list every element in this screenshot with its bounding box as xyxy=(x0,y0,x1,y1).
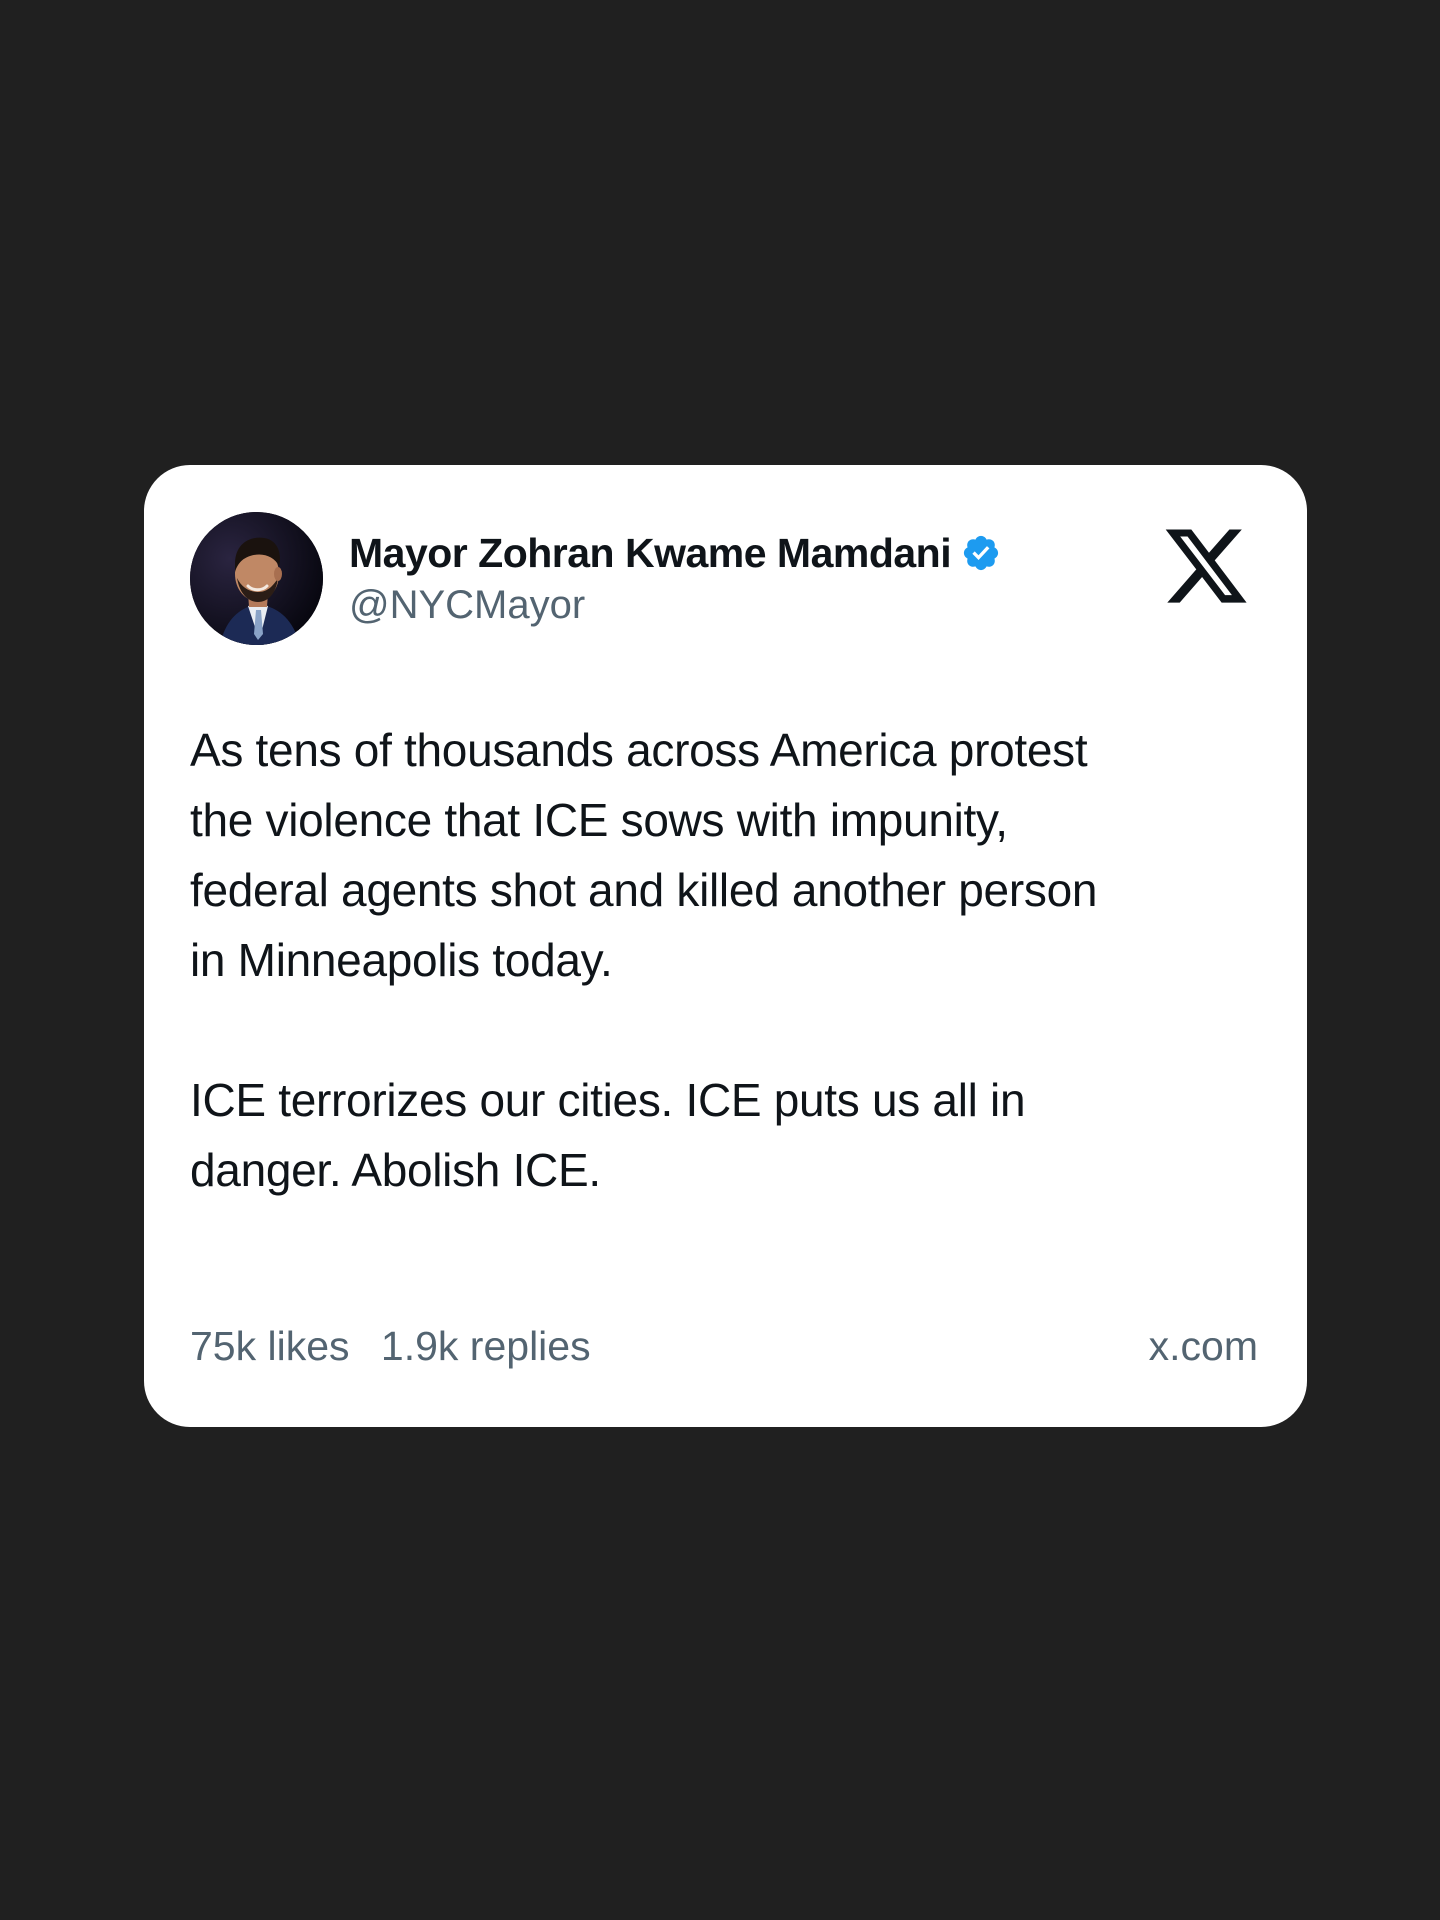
avatar-photo xyxy=(190,512,323,645)
author-display-name[interactable]: Mayor Zohran Kwame Mamdani xyxy=(349,530,952,577)
engagement-stats: 75k likes 1.9k replies xyxy=(190,1323,591,1370)
author-handle[interactable]: @NYCMayor xyxy=(349,583,585,628)
tweet-paragraph: As tens of thousands across America prot… xyxy=(190,724,1098,986)
avatar[interactable] xyxy=(190,512,323,645)
verified-badge-icon xyxy=(961,533,1001,573)
tweet-body: As tens of thousands across America prot… xyxy=(190,715,1265,1205)
author-name-row: Mayor Zohran Kwame Mamdani xyxy=(349,527,1001,579)
tweet-card[interactable]: Mayor Zohran Kwame Mamdani @NYCMayor As … xyxy=(144,465,1307,1427)
likes-count[interactable]: 75k likes xyxy=(190,1323,350,1369)
source-domain[interactable]: x.com xyxy=(1149,1323,1258,1370)
tweet-paragraph: ICE terrorizes our cities. ICE puts us a… xyxy=(190,1074,1026,1196)
x-logo-icon[interactable] xyxy=(1161,520,1251,612)
replies-count[interactable]: 1.9k replies xyxy=(381,1323,591,1369)
